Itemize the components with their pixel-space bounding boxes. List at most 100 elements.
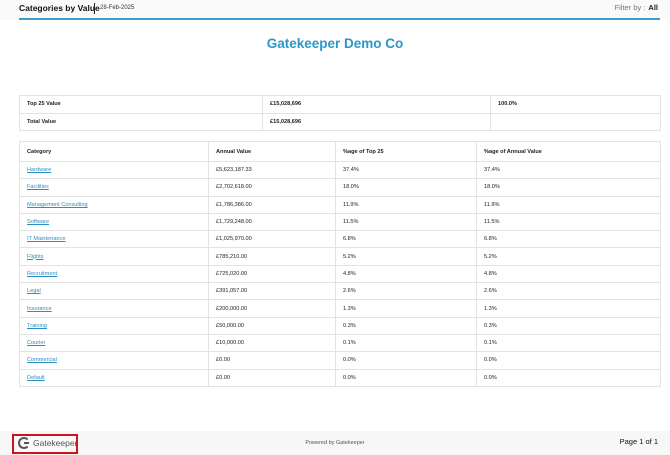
category-cell: Software	[19, 212, 209, 232]
table-row: IT Maintenance £1,025,970.00 6.8% 6.8%	[19, 230, 661, 249]
category-cell: Flights	[19, 247, 209, 266]
column-header-annual-value: Annual Value	[208, 141, 336, 162]
summary-label: Top 25 Value	[19, 95, 263, 114]
column-header-pct-top25: %age of Top 25	[335, 141, 477, 162]
category-link[interactable]: Legal	[27, 288, 41, 294]
pct-top25-cell: 4.8%	[335, 264, 477, 284]
table-row: Commercial £0.00 0.0% 0.0%	[19, 351, 661, 370]
annual-value-cell: £5,623,187.33	[208, 160, 336, 180]
page-title: Categories by Value	[19, 3, 100, 13]
pct-annual-cell: 11.5%	[476, 212, 661, 232]
filter-value: All	[648, 3, 658, 12]
category-link[interactable]: Default	[27, 375, 45, 381]
table-row: Recruitment £725,020.00 4.8% 4.8%	[19, 264, 661, 284]
pct-top25-cell: 11.5%	[335, 212, 477, 232]
category-cell: Hardware	[19, 160, 209, 180]
annual-value-cell: £10,000.00	[208, 333, 336, 353]
category-cell: IT Maintenance	[19, 230, 209, 249]
category-cell: Legal	[19, 282, 209, 301]
pct-annual-cell: 0.0%	[476, 368, 661, 387]
pct-annual-cell: 0.3%	[476, 316, 661, 335]
pct-top25-cell: 0.0%	[335, 368, 477, 387]
summary-row-top25: Top 25 Value £15,028,696 100.0%	[19, 95, 661, 114]
category-cell: Recruitment	[19, 264, 209, 284]
category-cell: Commercial	[19, 351, 209, 370]
summary-value: £15,028,696	[262, 112, 491, 131]
table-header-row: Category Annual Value %age of Top 25 %ag…	[19, 141, 661, 162]
category-link[interactable]: IT Maintenance	[27, 236, 65, 242]
annual-value-cell: £200,000.00	[208, 299, 336, 318]
annual-value-cell: £391,057.00	[208, 282, 336, 301]
annual-value-cell: £50,000.00	[208, 316, 336, 335]
summary-label: Total Value	[19, 112, 263, 131]
pct-annual-cell: 4.8%	[476, 264, 661, 284]
report-date: 28-Feb-2025	[100, 5, 135, 11]
pct-annual-cell: 1.3%	[476, 299, 661, 318]
column-header-pct-annual: %age of Annual Value	[476, 141, 661, 162]
pct-top25-cell: 0.3%	[335, 316, 477, 335]
pct-top25-cell: 6.8%	[335, 230, 477, 249]
pct-annual-cell: 5.2%	[476, 247, 661, 266]
pct-top25-cell: 11.9%	[335, 195, 477, 214]
table-row: Courier £10,000.00 0.1% 0.1%	[19, 333, 661, 353]
category-link[interactable]: Courier	[27, 340, 45, 346]
pct-annual-cell: 18.0%	[476, 178, 661, 197]
header-underline	[19, 18, 660, 20]
pct-annual-cell: 2.6%	[476, 282, 661, 301]
column-header-category: Category	[19, 141, 209, 162]
table-row: Management Consulting £1,786,386.00 11.9% 1…	[19, 195, 661, 214]
category-link[interactable]: Facilities	[27, 184, 49, 190]
table-row: Default £0.00 0.0% 0.0%	[19, 368, 661, 387]
pct-top25-cell: 5.2%	[335, 247, 477, 266]
pct-annual-cell: 0.1%	[476, 333, 661, 353]
table-row: Hardware £5,623,187.33 37.4% 37.4%	[19, 160, 661, 180]
table-row: Flights £785,210.00 5.2% 5.2%	[19, 247, 661, 266]
pct-top25-cell: 1.3%	[335, 299, 477, 318]
company-name: Gatekeeper Demo Co	[266, 36, 404, 51]
category-cell: Insurance	[19, 299, 209, 318]
category-cell: Training	[19, 316, 209, 335]
category-link[interactable]: Hardware	[27, 167, 51, 173]
annual-value-cell: £1,729,248.00	[208, 212, 336, 232]
annual-value-cell: £1,786,386.00	[208, 195, 336, 214]
categories-table: Category Annual Value %age of Top 25 %ag…	[19, 141, 661, 387]
annual-value-cell: £1,025,970.00	[208, 230, 336, 249]
category-cell: Management Consulting	[19, 195, 209, 214]
category-link[interactable]: Recruitment	[27, 271, 57, 277]
pct-top25-cell: 37.4%	[335, 160, 477, 180]
pct-top25-cell: 0.0%	[335, 351, 477, 370]
annual-value-cell: £0.00	[208, 368, 336, 387]
table-row: Software £1,729,248.00 11.5% 11.5%	[19, 212, 661, 232]
annual-value-cell: £785,210.00	[208, 247, 336, 266]
summary-row-total: Total Value £15,028,696	[19, 112, 661, 131]
pct-annual-cell: 6.8%	[476, 230, 661, 249]
table-row: Facilities £2,702,618.00 18.0% 18.0%	[19, 178, 661, 197]
powered-by-text: Powered by Gatekeeper	[305, 440, 365, 446]
category-link[interactable]: Management Consulting	[27, 202, 88, 208]
pct-annual-cell: 0.0%	[476, 351, 661, 370]
filter-indicator[interactable]: Filter by : All	[615, 3, 658, 12]
category-link[interactable]: Flights	[27, 254, 43, 260]
category-link[interactable]: Insurance	[27, 306, 52, 312]
pct-top25-cell: 18.0%	[335, 178, 477, 197]
annual-value-cell: £2,702,618.00	[208, 178, 336, 197]
pct-annual-cell: 11.9%	[476, 195, 661, 214]
pct-annual-cell: 37.4%	[476, 160, 661, 180]
category-cell: Facilities	[19, 178, 209, 197]
summary-value: £15,028,696	[262, 95, 491, 114]
table-row: Insurance £200,000.00 1.3% 1.3%	[19, 299, 661, 318]
annual-value-cell: £725,020.00	[208, 264, 336, 284]
title-divider	[94, 3, 95, 14]
annual-value-cell: £0.00	[208, 351, 336, 370]
summary-percent	[490, 112, 661, 131]
table-row: Legal £391,057.00 2.6% 2.6%	[19, 282, 661, 301]
category-link[interactable]: Training	[27, 323, 47, 329]
filter-label: Filter by :	[614, 3, 646, 12]
category-link[interactable]: Software	[27, 219, 49, 225]
category-cell: Courier	[19, 333, 209, 353]
page-indicator: Page 1 of 1	[619, 437, 658, 446]
category-cell: Default	[19, 368, 209, 387]
category-link[interactable]: Commercial	[27, 357, 57, 363]
table-row: Training £50,000.00 0.3% 0.3%	[19, 316, 661, 335]
summary-percent: 100.0%	[490, 95, 661, 114]
